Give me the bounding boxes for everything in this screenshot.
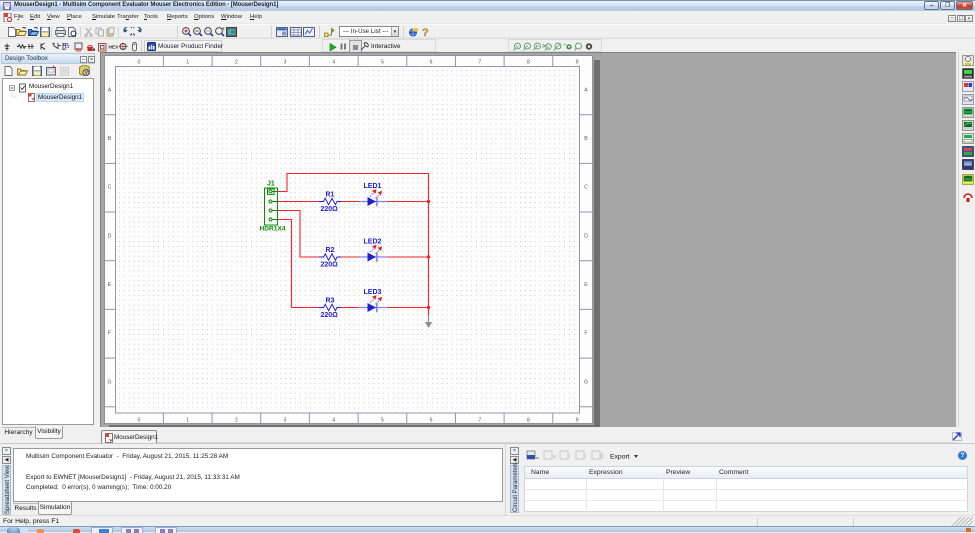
svg-text:3: 3 xyxy=(284,418,287,424)
svg-text:LED1: LED1 xyxy=(364,183,382,190)
svg-text:6: 6 xyxy=(430,60,433,66)
svg-text:5: 5 xyxy=(381,60,384,66)
svg-text:R1: R1 xyxy=(326,192,335,199)
svg-text:0: 0 xyxy=(138,418,141,424)
svg-text:?: ? xyxy=(422,27,429,38)
svg-text:LED2: LED2 xyxy=(364,239,382,246)
svg-text:220Ω: 220Ω xyxy=(321,312,339,319)
svg-text:HEΧ: HEΧ xyxy=(109,45,120,51)
svg-text:V: V xyxy=(516,44,520,50)
svg-text:3: 3 xyxy=(284,60,287,66)
svg-text:B: B xyxy=(108,136,112,142)
svg-text:A: A xyxy=(584,87,588,93)
svg-text:220Ω: 220Ω xyxy=(321,206,339,213)
svg-text:P: P xyxy=(536,44,539,50)
svg-text:F: F xyxy=(584,331,587,337)
svg-text:220Ω: 220Ω xyxy=(321,262,339,269)
svg-text:9: 9 xyxy=(576,60,579,66)
svg-text:1: 1 xyxy=(186,418,189,424)
svg-text:B: B xyxy=(584,136,588,142)
svg-text:8: 8 xyxy=(527,60,530,66)
svg-text:4: 4 xyxy=(332,418,335,424)
svg-text:V: V xyxy=(547,44,550,49)
svg-text:HDR1X4: HDR1X4 xyxy=(260,226,286,233)
svg-text:D: D xyxy=(108,233,112,239)
svg-text:6: 6 xyxy=(430,418,433,424)
svg-text:G: G xyxy=(584,379,588,385)
svg-text:7: 7 xyxy=(478,418,481,424)
svg-text:G: G xyxy=(107,379,111,385)
svg-text:C: C xyxy=(584,185,588,191)
svg-text:D: D xyxy=(584,233,588,239)
svg-text:9: 9 xyxy=(576,418,579,424)
svg-text:J1: J1 xyxy=(267,181,275,188)
svg-text:F: F xyxy=(108,331,111,337)
svg-text:Export: Export xyxy=(610,454,630,461)
svg-text:4: 4 xyxy=(332,60,335,66)
svg-text:1: 1 xyxy=(186,60,189,66)
svg-text:0: 0 xyxy=(138,60,141,66)
svg-text:2: 2 xyxy=(235,60,238,66)
svg-text:5: 5 xyxy=(381,418,384,424)
svg-text:C: C xyxy=(108,185,112,191)
svg-text:R2: R2 xyxy=(326,247,335,254)
svg-text:E: E xyxy=(584,282,588,288)
svg-text:8: 8 xyxy=(527,418,530,424)
svg-text:LED3: LED3 xyxy=(364,289,382,296)
svg-text:A: A xyxy=(108,87,112,93)
svg-text:R3: R3 xyxy=(326,298,335,305)
svg-text:2: 2 xyxy=(235,418,238,424)
svg-text:E: E xyxy=(108,282,112,288)
svg-text:7: 7 xyxy=(478,60,481,66)
